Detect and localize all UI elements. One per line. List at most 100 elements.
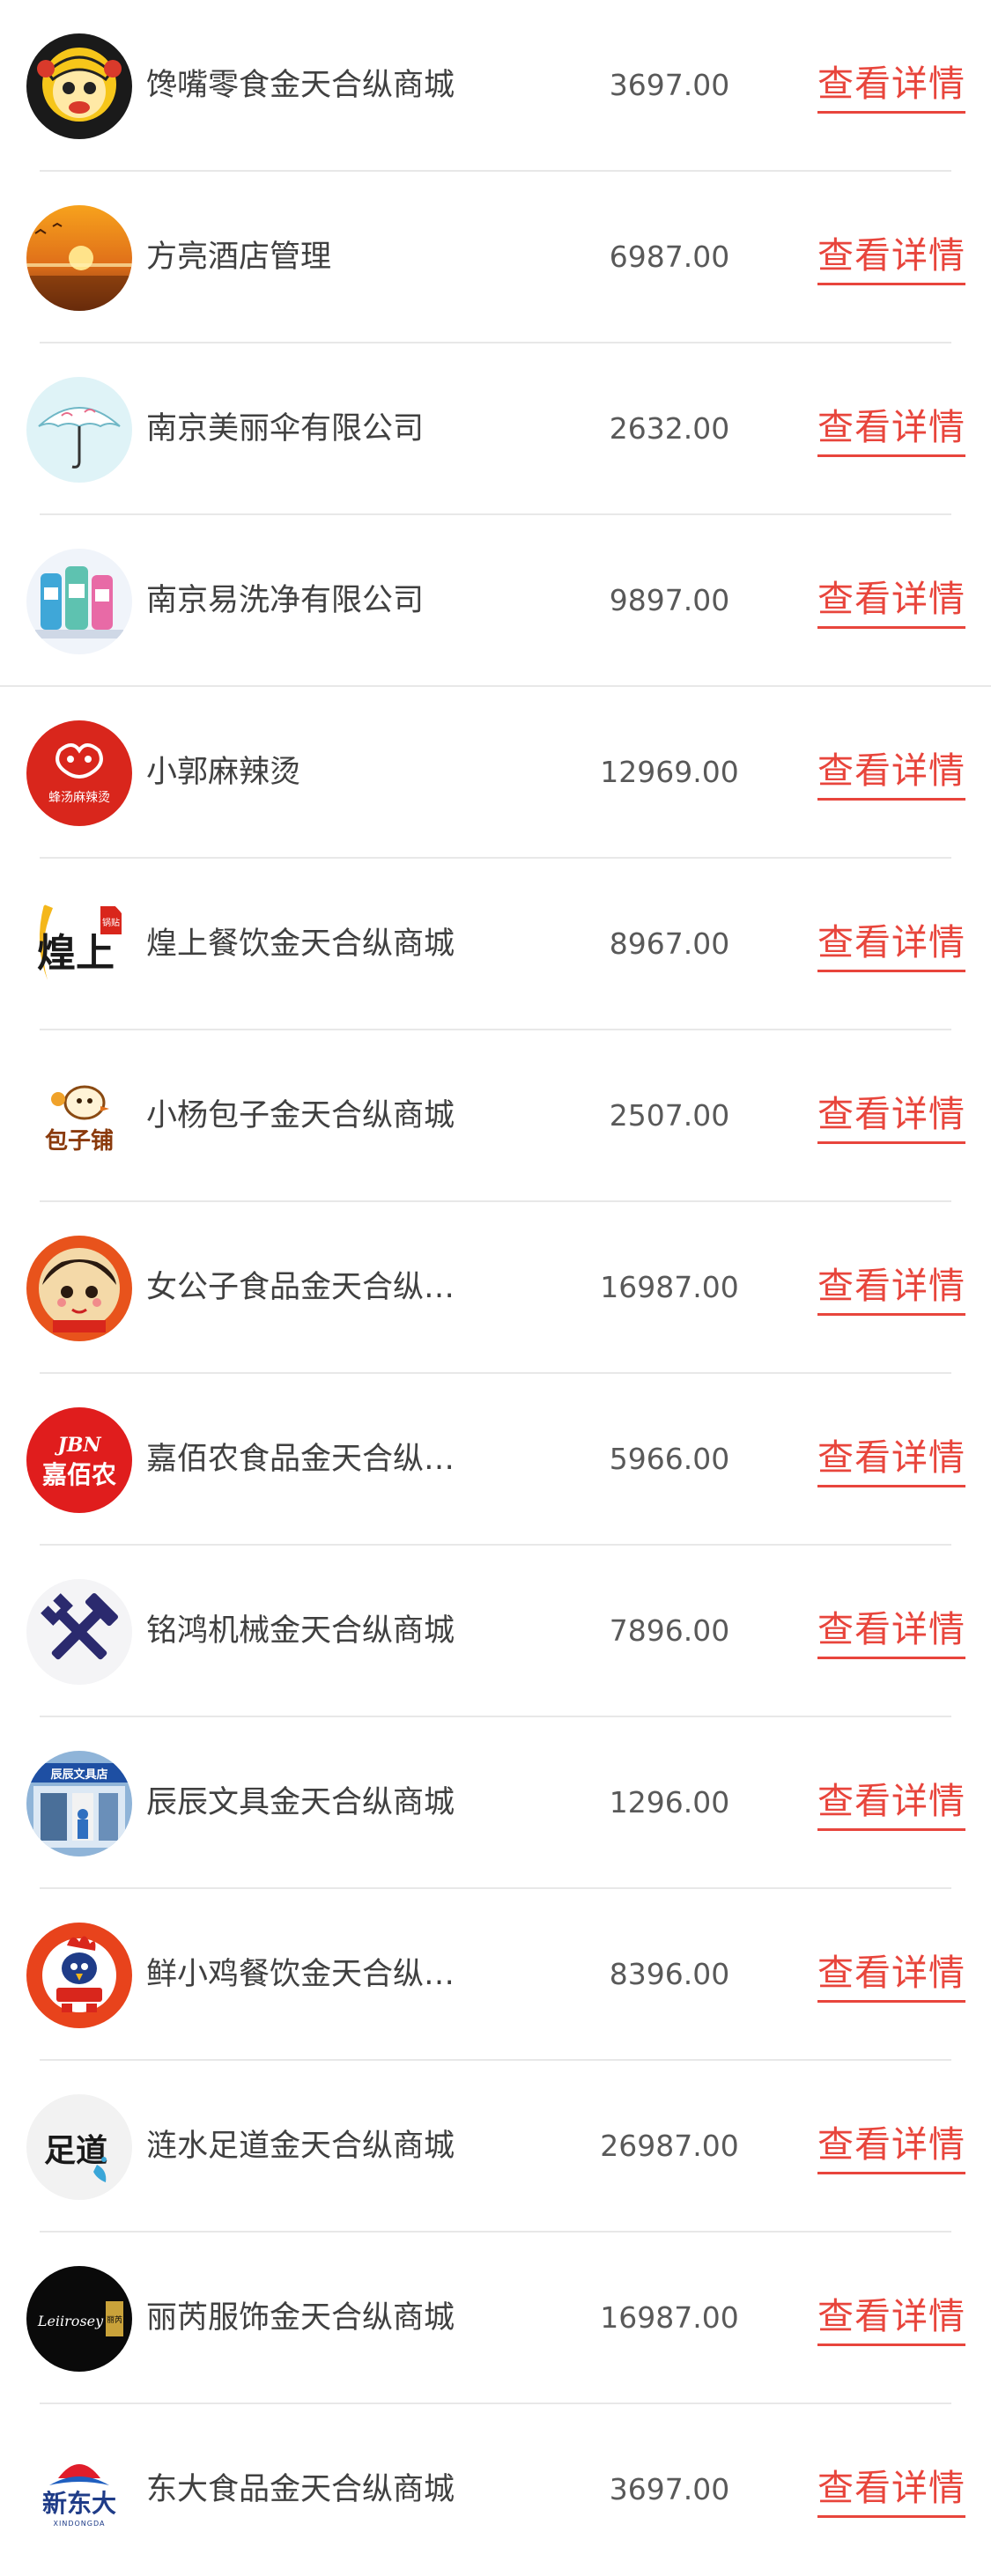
view-details-link[interactable]: 查看详情: [817, 1949, 965, 2003]
cartoon-girl-logo: [26, 33, 132, 139]
logo-text: 辰辰文具店: [50, 1768, 107, 1782]
merchant-amount: 3697.00: [609, 2472, 730, 2506]
list-item: 方亮酒店管理 6987.00 查看详情: [0, 172, 991, 343]
merchant-name: 南京易洗净有限公司: [146, 583, 425, 618]
merchant-amount: 3697.00: [609, 68, 730, 102]
list-item: 蜂汤麻辣烫 小郭麻辣烫 12969.00 查看详情: [0, 687, 991, 859]
logo-text: 蜂汤麻辣烫: [48, 791, 110, 805]
merchant-amount: 26987.00: [600, 2129, 739, 2163]
merchant-name: 南京美丽伞有限公司: [146, 411, 425, 447]
logo-text: 足道: [44, 2132, 107, 2169]
merchant-name: 小郭麻辣烫: [146, 755, 301, 790]
merchant-amount: 16987.00: [600, 2300, 739, 2335]
merchant-logo: 煌上 锅贴: [26, 892, 132, 998]
view-details-link[interactable]: 查看详情: [817, 919, 965, 972]
tools-logo: [26, 1579, 132, 1685]
merchant-logo: 新东大 XINDONGDA: [26, 2438, 132, 2543]
merchant-name: 东大食品金天合纵商城: [146, 2472, 455, 2507]
merchant-logo: 蜂汤麻辣烫: [26, 720, 132, 826]
list-item: Leiirosey 丽芮 丽芮服饰金天合纵商城 16987.00 查看详情: [0, 2233, 991, 2404]
view-details-link[interactable]: 查看详情: [817, 1777, 965, 1831]
merchant-logo: [26, 377, 132, 483]
merchant-logo: [26, 1236, 132, 1341]
merchant-name: 铭鸿机械金天合纵商城: [146, 1613, 455, 1649]
merchant-logo: [26, 205, 132, 311]
view-details-link[interactable]: 查看详情: [817, 60, 965, 114]
merchant-logo: Leiirosey 丽芮: [26, 2266, 132, 2372]
merchant-logo: 足道: [26, 2094, 132, 2200]
logo-script-text: Leiirosey: [37, 2313, 104, 2329]
view-details-link[interactable]: 查看详情: [817, 1090, 965, 1144]
merchant-logo: [26, 1579, 132, 1685]
view-details-link[interactable]: 查看详情: [817, 575, 965, 629]
list-item: 鲜小鸡餐饮金天合纵商城 8396.00 查看详情: [0, 1889, 991, 2061]
merchant-amount: 5966.00: [609, 1442, 730, 1476]
detergent-logo: [26, 549, 132, 654]
merchant-list: 馋嘴零食金天合纵商城 3697.00 查看详情 方亮酒店管理 6987.00 查…: [0, 0, 991, 2576]
merchant-name: 辰辰文具金天合纵商城: [146, 1785, 455, 1820]
list-item: 女公子食品金天合纵商城 16987.00 查看详情: [0, 1202, 991, 1374]
merchant-logo: [26, 549, 132, 654]
merchant-name: 鲜小鸡餐饮金天合纵商城: [146, 1957, 472, 1992]
logo-text: 嘉佰农: [42, 1460, 116, 1489]
huangshang-logo: 煌上 锅贴: [26, 892, 132, 998]
list-item: 铭鸿机械金天合纵商城 7896.00 查看详情: [0, 1546, 991, 1717]
view-details-link[interactable]: 查看详情: [817, 1434, 965, 1487]
list-item: 馋嘴零食金天合纵商城 3697.00 查看详情: [0, 0, 991, 172]
sunset-logo: [26, 205, 132, 311]
girl-face-logo: [26, 1236, 132, 1341]
merchant-name: 小杨包子金天合纵商城: [146, 1098, 455, 1133]
merchant-amount: 7896.00: [609, 1613, 730, 1648]
merchant-logo: 包子铺: [26, 1064, 132, 1170]
view-details-link[interactable]: 查看详情: [817, 2292, 965, 2346]
merchant-logo: [26, 1923, 132, 2028]
logo-seal-text: 锅贴: [102, 917, 120, 928]
lirui-fashion-logo: Leiirosey 丽芮: [26, 2266, 132, 2372]
merchant-name: 嘉佰农食品金天合纵商城: [146, 1442, 472, 1477]
list-item: 足道 涟水足道金天合纵商城 26987.00 查看详情: [0, 2061, 991, 2233]
merchant-name: 涟水足道金天合纵商城: [146, 2129, 455, 2164]
merchant-amount: 8396.00: [609, 1957, 730, 1991]
chicken-logo: [26, 1923, 132, 2028]
list-item: JBN 嘉佰农 嘉佰农食品金天合纵商城 5966.00 查看详情: [0, 1374, 991, 1546]
merchant-logo: JBN 嘉佰农: [26, 1407, 132, 1513]
stationery-store-logo: 辰辰文具店: [26, 1751, 132, 1856]
view-details-link[interactable]: 查看详情: [817, 2121, 965, 2174]
logo-text: 丽芮: [107, 2314, 122, 2325]
logo-text: 新东大: [42, 2489, 116, 2518]
view-details-link[interactable]: 查看详情: [817, 2464, 965, 2518]
merchant-amount: 1296.00: [609, 1785, 730, 1819]
merchant-name: 煌上餐饮金天合纵商城: [146, 926, 455, 962]
list-item: 煌上 锅贴 煌上餐饮金天合纵商城 8967.00 查看详情: [0, 859, 991, 1030]
merchant-amount: 9897.00: [609, 583, 730, 617]
view-details-link[interactable]: 查看详情: [817, 1605, 965, 1659]
view-details-link[interactable]: 查看详情: [817, 747, 965, 801]
merchant-amount: 2632.00: [609, 411, 730, 446]
merchant-amount: 2507.00: [609, 1098, 730, 1133]
logo-text: 包子铺: [45, 1127, 114, 1155]
list-item: 辰辰文具店 辰辰文具金天合纵商城 1296.00 查看详情: [0, 1717, 991, 1889]
umbrella-logo: [26, 377, 132, 483]
merchant-amount: 6987.00: [609, 240, 730, 274]
xindongda-logo: 新东大 XINDONGDA: [26, 2438, 132, 2543]
merchant-name: 馋嘴零食金天合纵商城: [146, 68, 455, 103]
merchant-name: 丽芮服饰金天合纵商城: [146, 2300, 455, 2336]
list-item: 南京易洗净有限公司 9897.00 查看详情: [0, 515, 991, 687]
list-item: 包子铺 小杨包子金天合纵商城 2507.00 查看详情: [0, 1030, 991, 1202]
view-details-link[interactable]: 查看详情: [817, 403, 965, 457]
jiabainong-logo: JBN 嘉佰农: [26, 1407, 132, 1513]
list-item: 新东大 XINDONGDA 东大食品金天合纵商城 3697.00 查看详情: [0, 2404, 991, 2576]
merchant-logo: [26, 33, 132, 139]
logo-text: 煌上: [37, 931, 115, 976]
view-details-link[interactable]: 查看详情: [817, 232, 965, 285]
malatang-logo: 蜂汤麻辣烫: [26, 720, 132, 826]
logo-pinyin-text: XINDONGDA: [54, 2520, 106, 2528]
list-item: 南京美丽伞有限公司 2632.00 查看详情: [0, 343, 991, 515]
view-details-link[interactable]: 查看详情: [817, 1262, 965, 1316]
foot-spa-logo: 足道: [26, 2094, 132, 2200]
merchant-amount: 16987.00: [600, 1270, 739, 1304]
logo-top-text: JBN: [54, 1434, 101, 1457]
merchant-amount: 8967.00: [609, 926, 730, 961]
merchant-amount: 12969.00: [600, 755, 739, 789]
merchant-name: 方亮酒店管理: [146, 240, 332, 275]
